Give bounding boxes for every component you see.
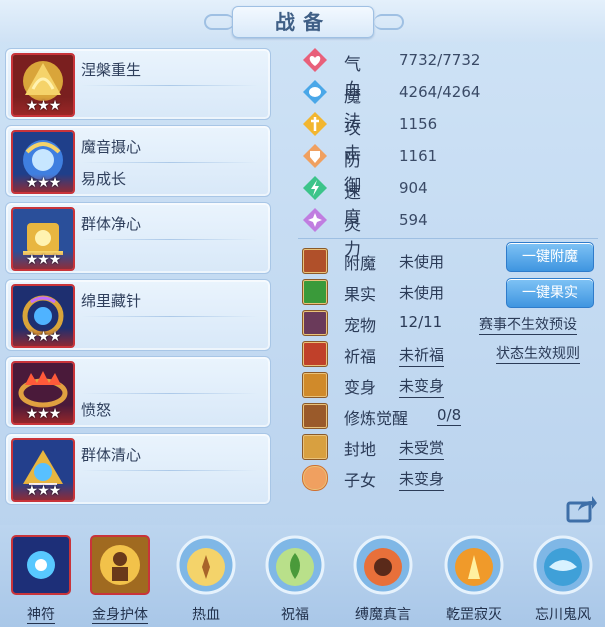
extra-value: 未使用 [399, 284, 445, 302]
bottom-skill-label: 缚魔真言 [355, 607, 411, 623]
talisman-icon [11, 535, 71, 595]
fief-link[interactable]: 未受赏 [399, 437, 445, 460]
ghost-wind-icon [533, 535, 593, 595]
bottom-skill-label: 神符 [27, 607, 55, 624]
stat-value: 1156 [399, 115, 438, 133]
auto-enchant-button[interactable]: 一键附魔 [506, 242, 594, 272]
star-rating: ★★★ [13, 482, 73, 500]
fruit-icon [302, 279, 328, 305]
skill-card[interactable]: ★★★ 涅槃重生 [5, 48, 271, 120]
skill-name: 群体清心 [81, 446, 142, 464]
heart-icon [303, 48, 327, 72]
skill-name: 绵里藏针 [81, 292, 142, 310]
skill-card[interactable]: ★★★ 愤怒 [5, 356, 271, 428]
purify-skill-icon: ★★★ [11, 207, 75, 271]
bottom-skill-label: 忘川鬼风 [535, 607, 591, 623]
event-preset-link[interactable]: 赛事不生效预设 [479, 314, 577, 335]
extra-label: 修炼觉醒 [344, 409, 409, 428]
bottom-skill-label: 金身护体 [92, 607, 148, 624]
bottom-skill[interactable]: 忘川鬼风 [525, 531, 601, 627]
extra-label: 宠物 [344, 316, 377, 335]
skill-subtitle: 愤怒 [81, 401, 112, 419]
extra-label: 封地 [344, 440, 377, 459]
extra-label: 附魔 [344, 254, 377, 273]
needle-skill-icon: ★★★ [11, 284, 75, 348]
extra-value: 12/11 [399, 313, 443, 331]
blessing-skill-icon [265, 535, 325, 595]
bottom-skill[interactable]: 乾罡寂灭 [436, 531, 512, 627]
status-rules-link[interactable]: 状态生效规则 [496, 343, 580, 364]
bottom-skill[interactable]: 祝福 [257, 531, 333, 627]
stat-value: 594 [399, 211, 428, 229]
shield-icon [303, 144, 327, 168]
card-divider [81, 470, 258, 471]
skill-name: 魔音摄心 [81, 138, 142, 156]
section-divider [298, 238, 598, 239]
star-rating: ★★★ [13, 405, 73, 423]
bottom-skill-label: 乾罡寂灭 [446, 607, 502, 623]
binding-icon [353, 535, 413, 595]
children-link[interactable]: 未变身 [399, 468, 445, 491]
title-ornament-right [374, 14, 404, 30]
skill-card[interactable]: ★★★ 群体净心 [5, 202, 271, 274]
bottom-skill[interactable]: 缚魔真言 [345, 531, 421, 627]
card-divider [81, 316, 258, 317]
star-rating: ★★★ [13, 97, 73, 115]
phoenix-skill-icon: ★★★ [11, 53, 75, 117]
speed-icon [303, 176, 327, 200]
bottom-skill[interactable]: 神符 [3, 531, 79, 627]
annihilation-icon [444, 535, 504, 595]
clear-mind-skill-icon: ★★★ [11, 438, 75, 502]
stat-value: 7732/7732 [399, 51, 481, 69]
skill-name: 涅槃重生 [81, 61, 142, 79]
cultivation-link[interactable]: 0/8 [437, 406, 462, 426]
star-rating: ★★★ [13, 174, 73, 192]
stat-value: 4264/4264 [399, 83, 481, 101]
pet-icon [302, 310, 328, 336]
card-divider [81, 162, 258, 163]
extra-label: 果实 [344, 285, 377, 304]
spirit-icon [303, 208, 327, 232]
page-title: 战备 [232, 6, 374, 38]
card-divider [81, 85, 258, 86]
extra-label: 祈福 [344, 347, 377, 366]
mana-icon [303, 80, 327, 104]
card-divider [81, 239, 258, 240]
sword-icon [303, 112, 327, 136]
star-rating: ★★★ [13, 251, 73, 269]
extra-value: 未使用 [399, 253, 445, 271]
children-icon [302, 465, 328, 491]
sound-skill-icon: ★★★ [11, 130, 75, 194]
skill-name: 群体净心 [81, 215, 142, 233]
star-rating: ★★★ [13, 328, 73, 346]
enchant-icon [302, 248, 328, 274]
stat-value: 1161 [399, 147, 438, 165]
bottom-skill[interactable]: 热血 [168, 531, 244, 627]
skill-card[interactable]: ★★★ 绵里藏针 [5, 279, 271, 351]
hot-blood-icon [176, 535, 236, 595]
skill-subtitle: 易成长 [81, 170, 127, 188]
auto-fruit-button[interactable]: 一键果实 [506, 278, 594, 308]
bottom-skill[interactable]: 金身护体 [82, 531, 158, 627]
bottom-skill-label: 祝福 [281, 607, 309, 623]
transform-link[interactable]: 未变身 [399, 375, 445, 398]
skill-card[interactable]: ★★★ 群体清心 [5, 433, 271, 505]
title-ornament-left [204, 14, 234, 30]
blessing-icon [302, 341, 328, 367]
card-divider [81, 393, 258, 394]
share-icon[interactable] [566, 495, 598, 523]
bottom-skill-label: 热血 [192, 607, 220, 623]
golden-body-icon [90, 535, 150, 595]
blessing-link[interactable]: 未祈福 [399, 344, 445, 367]
extra-label: 子女 [344, 471, 377, 490]
fief-icon [302, 434, 328, 460]
rage-skill-icon: ★★★ [11, 361, 75, 425]
skill-card[interactable]: ★★★ 魔音摄心 易成长 [5, 125, 271, 197]
cultivation-icon [302, 403, 328, 429]
stat-value: 904 [399, 179, 428, 197]
transform-icon [302, 372, 328, 398]
extra-label: 变身 [344, 378, 377, 397]
